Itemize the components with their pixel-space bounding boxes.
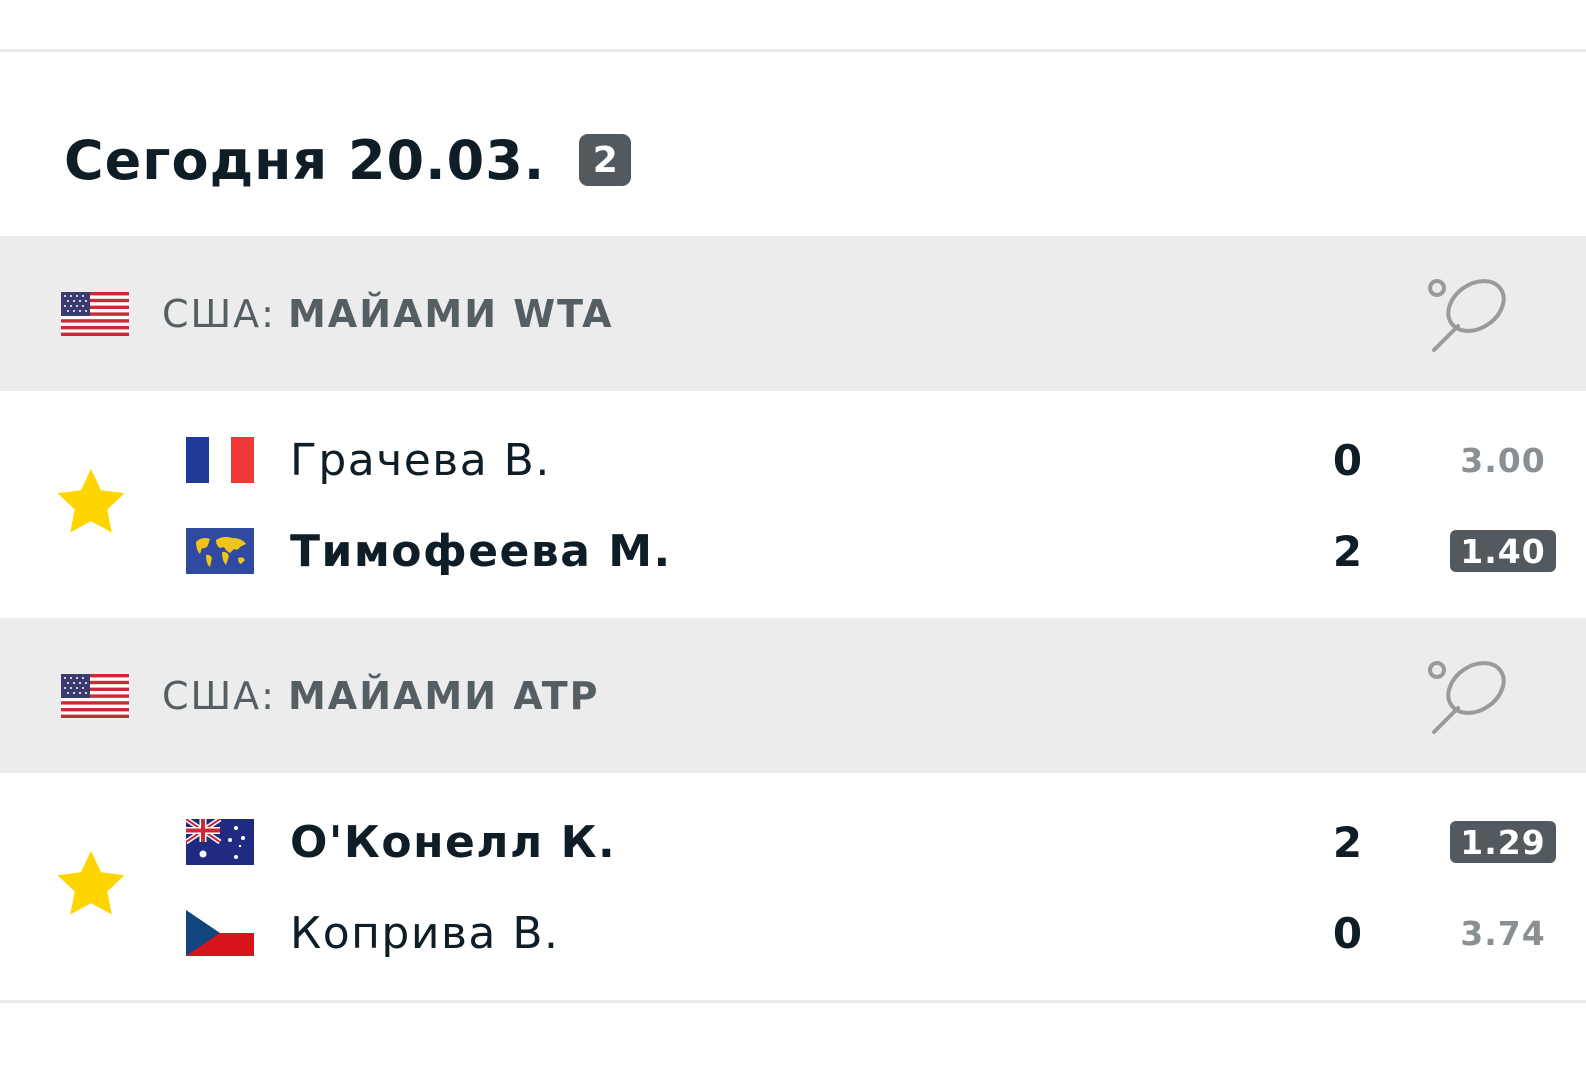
bottom-divider [0,1000,1586,1003]
player-row: Тимофеева М. 2 1.40 [0,516,1586,586]
day-header: Сегодня 20.03. 2 [64,120,632,200]
odds-value-favorite[interactable]: 1.40 [1450,530,1556,572]
player-score: 0 [1332,435,1363,485]
match-row[interactable]: O'Конелл К. 2 1.29 Коприва В. 0 3.74 [0,773,1586,1001]
league-header-miami-wta[interactable]: США: МАЙАМИ WTA [0,236,1586,391]
czech-flag-icon [186,910,254,960]
player-name: O'Конелл К. [290,816,617,868]
league-header-miami-atp[interactable]: США: МАЙАМИ ATP [0,618,1586,773]
league-country: США: [162,292,276,336]
player-name: Тимофеева М. [290,525,672,577]
match-row[interactable]: Грачева В. 0 3.00 Тимофеева М. 2 1.40 [0,391,1586,619]
tennis-racket-icon [1426,656,1512,742]
player-name: Грачева В. [290,434,551,486]
player-row: O'Конелл К. 2 1.29 [0,807,1586,877]
day-title: Сегодня 20.03. [64,128,546,192]
player-score: 0 [1332,908,1363,958]
odds-value[interactable]: 3.74 [1450,912,1556,954]
league-name[interactable]: США: МАЙАМИ WTA [162,286,614,342]
usa-flag-icon [61,292,129,340]
player-score: 2 [1332,817,1363,867]
league-tournament: МАЙАМИ ATP [287,674,600,718]
usa-flag-icon [61,674,129,722]
australia-flag-icon [184,816,254,869]
odds-value-favorite[interactable]: 1.29 [1450,821,1556,863]
player-row: Грачева В. 0 3.00 [0,425,1586,495]
player-name: Коприва В. [290,907,560,959]
tennis-racket-icon [1426,274,1512,360]
top-divider [0,49,1586,52]
player-row: Коприва В. 0 3.74 [0,898,1586,968]
world-flag-icon [186,528,254,578]
league-country: США: [162,674,276,718]
league-name[interactable]: США: МАЙАМИ ATP [162,668,599,724]
france-flag-icon [186,437,254,487]
odds-value[interactable]: 3.00 [1450,439,1556,481]
player-score: 2 [1332,526,1363,576]
match-count-badge: 2 [579,134,632,186]
league-tournament: МАЙАМИ WTA [287,292,614,336]
